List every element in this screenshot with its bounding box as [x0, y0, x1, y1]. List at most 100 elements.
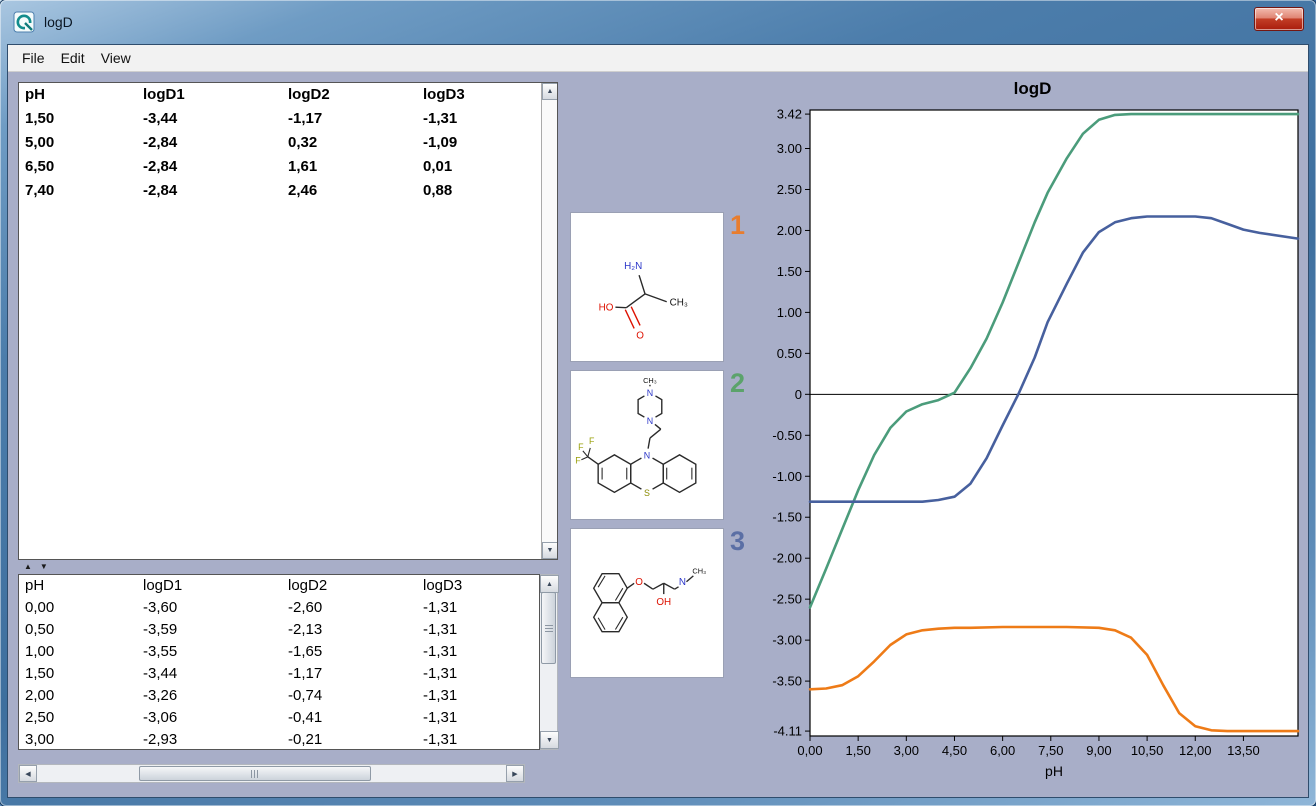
- table-cell: 0,00: [19, 597, 137, 619]
- atom-label-f: F: [575, 456, 581, 466]
- table-row[interactable]: 1,50-3,44-1,17-1,31: [19, 663, 539, 685]
- structure-3-label: 3: [730, 528, 745, 555]
- table-cell: 2,00: [19, 685, 137, 707]
- table-header-row: pHlogD1logD2logD3: [19, 575, 539, 597]
- atom-label-ho: HO: [599, 303, 614, 314]
- table-cell: -2,13: [282, 619, 417, 641]
- top-table[interactable]: pHlogD1logD2logD31,50-3,44-1,17-1,315,00…: [18, 82, 558, 560]
- top-table-vertical-scrollbar[interactable]: ▲ ▼: [541, 83, 557, 559]
- table-row[interactable]: 6,50-2,841,610,01: [19, 155, 557, 179]
- table-row[interactable]: 2,00-3,26-0,74-1,31: [19, 685, 539, 707]
- table-cell: -3,55: [137, 641, 282, 663]
- table-row[interactable]: 1,50-3,44-1,17-1,31: [19, 107, 557, 131]
- titlebar[interactable]: logD ×: [0, 0, 1316, 44]
- down-arrow-icon: ▼: [547, 547, 554, 554]
- table-cell: 0,01: [417, 155, 557, 179]
- table-row[interactable]: 3,00-2,93-0,21-1,31: [19, 729, 539, 750]
- table-cell: -1,09: [417, 131, 557, 155]
- x-axis-label: pH: [1045, 763, 1063, 779]
- table-cell: -1,31: [417, 597, 539, 619]
- atom-label-s: S: [644, 488, 650, 498]
- x-tick-label: 7,50: [1038, 743, 1063, 758]
- y-tick-label: 2.00: [777, 223, 802, 238]
- table-cell: -0,74: [282, 685, 417, 707]
- y-tick-label: 1.50: [777, 264, 802, 279]
- scroll-up-button[interactable]: ▲: [542, 83, 558, 100]
- table-cell: -0,21: [282, 729, 417, 750]
- left-arrow-icon: ◀: [25, 770, 30, 778]
- column-header: logD1: [137, 83, 282, 107]
- atom-label-o: O: [635, 577, 643, 588]
- horizontal-scrollbar[interactable]: ◀ ▶: [18, 764, 525, 783]
- atom-label-f: F: [589, 436, 595, 446]
- table-row[interactable]: 1,00-3,55-1,65-1,31: [19, 641, 539, 663]
- structure-2-thumbnail[interactable]: CH₃ N N N S F F F: [570, 370, 724, 520]
- table-cell: -2,84: [137, 131, 282, 155]
- table-cell: 7,40: [19, 179, 137, 203]
- atom-label-ch3: CH₃: [692, 566, 706, 575]
- y-tick-label: -0.50: [772, 428, 802, 443]
- scroll-right-button[interactable]: ▶: [506, 765, 524, 782]
- structure-1-thumbnail[interactable]: H₂N CH₃ HO O: [570, 212, 724, 362]
- table-cell: -3,59: [137, 619, 282, 641]
- table-row[interactable]: 5,00-2,840,32-1,09: [19, 131, 557, 155]
- y-tick-label: -1.00: [772, 469, 802, 484]
- scroll-down-button[interactable]: ▼: [542, 542, 558, 559]
- menu-item-edit[interactable]: Edit: [53, 47, 93, 69]
- y-tick-label: 0: [795, 387, 802, 402]
- table-cell: 1,61: [282, 155, 417, 179]
- table-cell: -1,31: [417, 685, 539, 707]
- column-header: logD3: [417, 83, 557, 107]
- y-tick-label: 1.00: [777, 305, 802, 320]
- column-header: pH: [19, 83, 137, 107]
- table-cell: -0,41: [282, 707, 417, 729]
- table-cell: -3,44: [137, 663, 282, 685]
- y-tick-label: 0.50: [777, 346, 802, 361]
- bottom-table[interactable]: pHlogD1logD2logD30,00-3,60-2,60-1,310,50…: [18, 574, 540, 750]
- menu-item-file[interactable]: File: [14, 47, 53, 69]
- right-arrow-icon: ▶: [512, 770, 517, 778]
- atom-label-f: F: [578, 442, 584, 452]
- y-tick-label: 3.00: [777, 141, 802, 156]
- scroll-up-button[interactable]: ▲: [540, 575, 559, 593]
- table-cell: -1,65: [282, 641, 417, 663]
- table-row[interactable]: 2,50-3,06-0,41-1,31: [19, 707, 539, 729]
- table-row[interactable]: 7,40-2,842,460,88: [19, 179, 557, 203]
- table-cell: 1,50: [19, 663, 137, 685]
- table-splitter[interactable]: ▲ ▼: [18, 560, 558, 574]
- x-tick-label: 9,00: [1086, 743, 1111, 758]
- client-area: File Edit View pHlogD1logD2logD31,50-3,4…: [7, 44, 1309, 798]
- table-cell: 2,46: [282, 179, 417, 203]
- atom-label-n: N: [644, 450, 650, 460]
- x-tick-label: 13,50: [1227, 743, 1260, 758]
- table-row[interactable]: 0,00-3,60-2,60-1,31: [19, 597, 539, 619]
- splitter-down-icon[interactable]: ▼: [40, 560, 48, 574]
- app-icon: [13, 11, 35, 33]
- scroll-left-button[interactable]: ◀: [19, 765, 37, 782]
- table-cell: -2,84: [137, 155, 282, 179]
- scroll-down-button[interactable]: ▼: [540, 731, 559, 749]
- table-cell: 0,50: [19, 619, 137, 641]
- main-area: pHlogD1logD2logD31,50-3,44-1,17-1,315,00…: [8, 72, 1308, 797]
- y-tick-label: -2.50: [772, 592, 802, 607]
- structure-3-thumbnail[interactable]: O OH N CH₃: [570, 528, 724, 678]
- column-header: logD2: [282, 83, 417, 107]
- menu-bar: File Edit View: [8, 45, 1308, 72]
- scrollbar-thumb[interactable]: [139, 766, 371, 781]
- up-arrow-icon: ▲: [547, 88, 554, 95]
- table-row[interactable]: 0,50-3,59-2,13-1,31: [19, 619, 539, 641]
- atom-label-oh: OH: [656, 597, 671, 608]
- x-tick-label: 10,50: [1131, 743, 1164, 758]
- scrollbar-thumb[interactable]: [541, 592, 556, 664]
- table-cell: 0,88: [417, 179, 557, 203]
- close-button[interactable]: ×: [1254, 7, 1304, 31]
- table-cell: -2,84: [137, 179, 282, 203]
- data-tables-pane: pHlogD1logD2logD31,50-3,44-1,17-1,315,00…: [18, 82, 558, 783]
- table-cell: -3,60: [137, 597, 282, 619]
- structure-1-label: 1: [730, 212, 745, 239]
- app-window: logD × File Edit View pHlogD1logD2logD31…: [0, 0, 1316, 806]
- splitter-up-icon[interactable]: ▲: [24, 560, 32, 574]
- y-tick-label: 3.42: [777, 107, 802, 122]
- menu-item-view[interactable]: View: [93, 47, 139, 69]
- bottom-table-vertical-scrollbar[interactable]: ▲ ▼: [540, 574, 558, 750]
